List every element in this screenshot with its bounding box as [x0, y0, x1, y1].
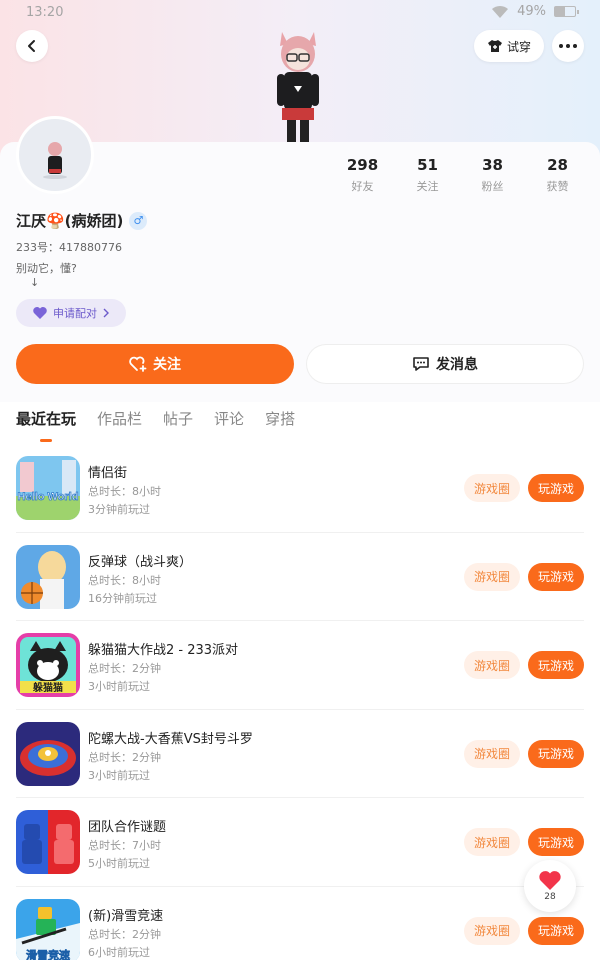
- play-game-button[interactable]: 玩游戏: [528, 828, 584, 856]
- game-duration: 总时长：7小时: [88, 839, 161, 852]
- game-last-played: 6小时前玩过: [88, 945, 150, 959]
- avatar[interactable]: [16, 116, 94, 194]
- try-on-button[interactable]: 试穿: [474, 30, 544, 62]
- game-last-played: 3小时前玩过: [88, 768, 150, 782]
- stat-value: 38: [482, 156, 503, 174]
- red-blue-team-icon[interactable]: [16, 810, 80, 874]
- chevron-right-icon: [103, 308, 109, 318]
- profile-stats: 298 好友 51 关注 38 粉丝 28 获赞: [330, 156, 590, 194]
- game-duration: 总时长：2分钟: [88, 927, 161, 941]
- stat-friends[interactable]: 298 好友: [330, 156, 395, 194]
- tab-recently-played[interactable]: 最近在玩: [16, 408, 76, 429]
- game-duration: 总时长：8小时: [88, 573, 161, 587]
- game-duration: 总时长：2分钟: [88, 662, 161, 675]
- avatar-3d-figure[interactable]: [268, 26, 328, 144]
- game-name: 躲猫猫大作战2 - 233派对: [88, 643, 239, 658]
- follow-heart-plus-icon: [129, 356, 147, 372]
- like-button[interactable]: 28: [524, 860, 576, 912]
- play-game-button[interactable]: 玩游戏: [528, 474, 584, 502]
- tab-works[interactable]: 作品栏: [97, 408, 142, 429]
- ski-race-icon-text: 滑雪竞速: [26, 948, 70, 960]
- game-circle-button[interactable]: 游戏圈: [464, 474, 520, 502]
- wifi-icon: [492, 5, 509, 18]
- send-message-button[interactable]: 发消息: [306, 344, 584, 384]
- ski-race-icon[interactable]: 滑雪竞速: [16, 898, 80, 960]
- game-row[interactable]: 反弹球（战斗爽） 总时长：8小时 16分钟前玩过 游戏圈 玩游戏: [16, 533, 584, 621]
- game-circle-button[interactable]: 游戏圈: [464, 562, 520, 591]
- recent-games-list: Hello World 情侣街 总时长：8小时 3分钟前玩过 游戏圈 玩游戏 反…: [0, 444, 600, 960]
- game-last-played: 5小时前玩过: [88, 857, 150, 870]
- follow-label: 关注: [153, 357, 181, 373]
- game-row[interactable]: 团队合作谜题 总时长：7小时 5小时前玩过 游戏圈 玩游戏: [16, 798, 584, 887]
- name-row: 江厌🍄(病娇团) ♂: [16, 210, 148, 231]
- game-row[interactable]: 躲猫猫 躲猫猫大作战2 - 233派对 总时长：2分钟 3小时前玩过 游戏圈 玩…: [16, 621, 584, 710]
- stat-label: 好友: [351, 180, 374, 193]
- tab-posts[interactable]: 帖子: [163, 408, 193, 429]
- game-last-played: 3小时前玩过: [88, 680, 150, 693]
- chat-bubble-icon: [413, 357, 429, 371]
- try-on-label: 试穿: [506, 39, 531, 54]
- chevron-left-icon: [28, 40, 35, 52]
- profile-tabs: 最近在玩 作品栏 帖子 评论 穿搭: [16, 408, 295, 429]
- game-circle-button[interactable]: 游戏圈: [464, 916, 520, 945]
- username: 江厌🍄(病娇团): [16, 212, 124, 230]
- cat-icon-text: 躲猫猫: [33, 681, 63, 694]
- battery-percent: 49%: [517, 4, 546, 19]
- send-message-label: 发消息: [436, 357, 478, 373]
- back-button[interactable]: [16, 30, 48, 62]
- game-name: 情侣街: [88, 466, 128, 481]
- hello-world-icon-text: Hello World: [18, 491, 79, 503]
- game-name: 陀螺大战-大香蕉VS封号斗罗: [88, 731, 253, 747]
- stat-fans[interactable]: 38 粉丝: [460, 156, 525, 194]
- heart-icon: [33, 307, 47, 319]
- request-pair-label: 申请配对: [53, 307, 97, 320]
- play-game-button[interactable]: 玩游戏: [528, 739, 584, 768]
- stat-value: 28: [547, 156, 568, 174]
- status-time: 13:20: [26, 5, 64, 20]
- game-duration: 总时长：2分钟: [88, 750, 161, 764]
- battery-icon: [554, 6, 579, 17]
- user-id: 233号：417880776: [16, 241, 122, 254]
- more-button[interactable]: [552, 30, 584, 62]
- game-circle-button[interactable]: 游戏圈: [464, 739, 520, 768]
- hello-world-icon[interactable]: Hello World: [16, 456, 80, 520]
- stat-value: 51: [417, 156, 438, 174]
- stat-label: 获赞: [546, 180, 569, 193]
- tab-comments[interactable]: 评论: [214, 408, 244, 429]
- bio: 别动它，懂? ↓: [16, 262, 77, 289]
- cat-icon[interactable]: 躲猫猫: [16, 633, 80, 697]
- anime-ball-icon[interactable]: [16, 544, 80, 609]
- stat-value: 298: [346, 156, 379, 174]
- spinning-top-icon[interactable]: [16, 721, 80, 786]
- game-last-played: 3分钟前玩过: [88, 503, 150, 516]
- game-row[interactable]: 陀螺大战-大香蕉VS封号斗罗 总时长：2分钟 3小时前玩过 游戏圈 玩游戏: [16, 710, 584, 798]
- game-last-played: 16分钟前玩过: [88, 591, 157, 605]
- stat-label: 关注: [416, 180, 439, 193]
- status-right: 49%: [491, 4, 579, 19]
- stat-likes[interactable]: 28 获赞: [525, 156, 590, 194]
- game-name: 团队合作谜题: [88, 820, 167, 835]
- game-row[interactable]: 滑雪竞速 (新)滑雪竞速 总时长：2分钟 6小时前玩过 游戏圈 玩游戏: [16, 887, 584, 960]
- tab-outfits[interactable]: 穿搭: [265, 408, 295, 429]
- game-name: 反弹球（战斗爽）: [88, 554, 193, 570]
- stat-following[interactable]: 51 关注: [395, 156, 460, 194]
- male-gender-icon: ♂: [129, 211, 148, 230]
- game-row[interactable]: Hello World 情侣街 总时长：8小时 3分钟前玩过 游戏圈 玩游戏: [16, 444, 584, 533]
- game-circle-button[interactable]: 游戏圈: [464, 828, 520, 856]
- tshirt-icon: [487, 40, 502, 52]
- game-name: (新)滑雪竞速: [88, 908, 164, 924]
- play-game-button[interactable]: 玩游戏: [528, 651, 584, 679]
- follow-button[interactable]: 关注: [16, 344, 294, 384]
- more-dots-icon: [559, 44, 577, 48]
- stat-label: 粉丝: [481, 180, 504, 193]
- request-pair-button[interactable]: 申请配对: [16, 299, 126, 327]
- play-game-button[interactable]: 玩游戏: [528, 562, 584, 591]
- status-bar: 13:20 49%: [0, 0, 600, 26]
- red-heart-icon: [539, 871, 561, 890]
- game-duration: 总时长：8小时: [88, 485, 161, 498]
- play-game-button[interactable]: 玩游戏: [528, 916, 584, 945]
- avatar-thumbnail-icon: [43, 142, 67, 179]
- like-count: 28: [544, 892, 556, 902]
- game-circle-button[interactable]: 游戏圈: [464, 651, 520, 679]
